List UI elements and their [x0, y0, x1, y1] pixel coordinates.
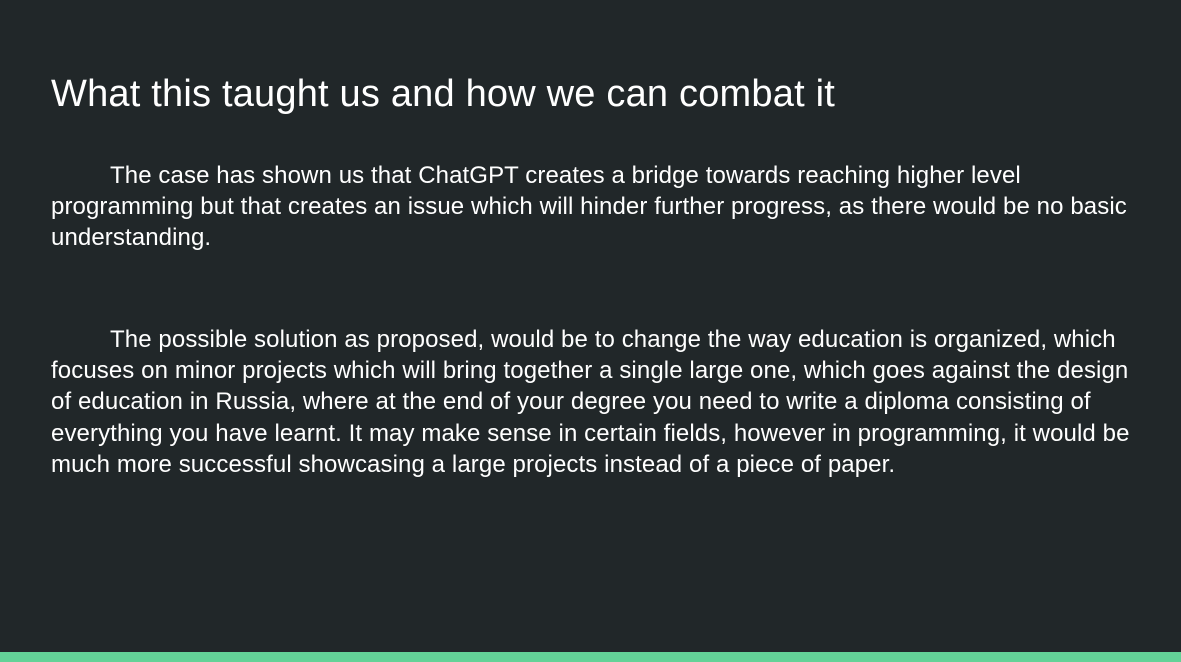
paragraph-proposed-solution: The possible solution as proposed, would… — [51, 326, 1130, 478]
accent-bar — [0, 652, 1181, 662]
paragraph-case-summary: The case has shown us that ChatGPT creat… — [51, 162, 1127, 252]
slide-title: What this taught us and how we can comba… — [51, 73, 835, 115]
slide: What this taught us and how we can comba… — [0, 0, 1181, 662]
